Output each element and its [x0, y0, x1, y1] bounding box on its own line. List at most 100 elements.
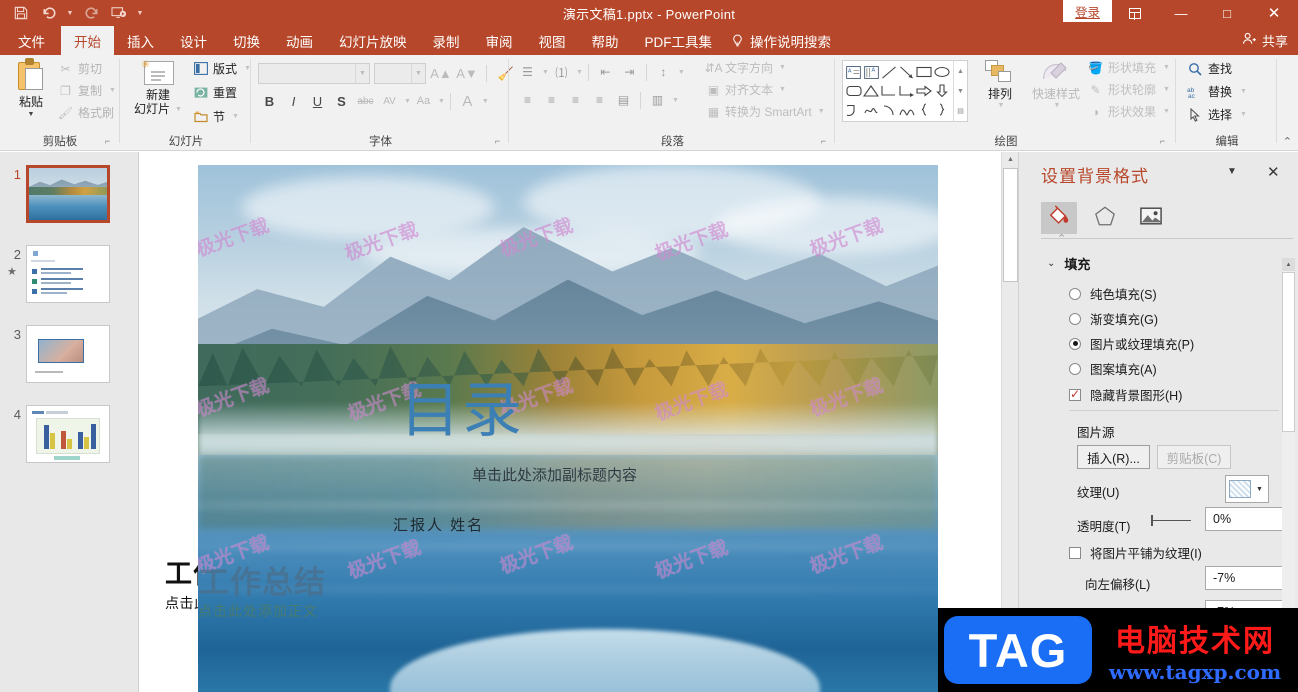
- layout-button[interactable]: 版式 ▼: [193, 60, 251, 77]
- fill-tab[interactable]: [1041, 202, 1077, 234]
- font-name-dropdown-icon[interactable]: ▼: [355, 64, 369, 83]
- texture-dropdown-icon[interactable]: ▼: [1251, 486, 1268, 493]
- radio-picture-texture-fill[interactable]: [1069, 337, 1081, 350]
- slide-body-placeholder[interactable]: 点击此处添加正文: [198, 601, 318, 621]
- shapes-gallery-scrollbar[interactable]: ▲ ▼ ▤: [953, 61, 967, 121]
- tab-record[interactable]: 录制: [420, 26, 473, 55]
- replace-button[interactable]: ab ac 替换 ▼: [1187, 83, 1247, 100]
- text-direction-dropdown-icon[interactable]: ▼: [779, 64, 786, 71]
- shape-outline-button[interactable]: ✎ 形状轮廓 ▼: [1088, 81, 1170, 98]
- shape-right-brace-icon[interactable]: [933, 100, 951, 119]
- collapse-ribbon-icon[interactable]: ⌃: [1283, 135, 1292, 148]
- shape-vertical-textbox-icon[interactable]: A: [863, 63, 881, 82]
- tab-help[interactable]: 帮助: [579, 26, 632, 55]
- font-color-button[interactable]: A: [456, 90, 479, 112]
- section-button[interactable]: 节 ▼: [193, 108, 251, 125]
- tell-me-search[interactable]: 操作说明搜索: [725, 26, 844, 55]
- line-spacing-dropdown-icon[interactable]: ▼: [678, 69, 685, 76]
- quick-styles-button[interactable]: 快速样式 ▼: [1028, 59, 1084, 109]
- thumbnail-preview-1[interactable]: [26, 165, 110, 223]
- ribbon-display-options-icon[interactable]: [1112, 0, 1158, 26]
- offset-left-spinner[interactable]: -7% ▲ ▼: [1205, 566, 1293, 590]
- thumbnail-pane-scrollbar[interactable]: [134, 152, 138, 692]
- underline-button[interactable]: U: [306, 90, 329, 112]
- font-color-dropdown-icon[interactable]: ▼: [482, 98, 489, 105]
- clipboard-dialog-launcher[interactable]: ⌐: [102, 136, 113, 147]
- font-name-combo[interactable]: ▼: [258, 63, 370, 84]
- align-text-dropdown-icon[interactable]: ▼: [779, 86, 786, 93]
- shapes-scroll-down-icon[interactable]: ▼: [954, 81, 967, 101]
- clipboard-picture-button[interactable]: 剪贴板(C): [1157, 445, 1231, 469]
- shape-arc-icon[interactable]: [880, 100, 898, 119]
- shape-down-arrow-icon[interactable]: [933, 82, 951, 101]
- reset-button[interactable]: 重置: [193, 84, 251, 101]
- shape-fill-dropdown-icon[interactable]: ▼: [1163, 64, 1170, 71]
- thumbnail-item-4[interactable]: 4: [0, 405, 139, 463]
- shape-outline-dropdown-icon[interactable]: ▼: [1163, 86, 1170, 93]
- slide-canvas[interactable]: 极光下载 极光下载 极光下载 极光下载 极光下载 极光下载 极光下载 极光下载 …: [198, 165, 938, 692]
- replace-dropdown-icon[interactable]: ▼: [1240, 88, 1247, 95]
- font-size-combo[interactable]: ▼: [374, 63, 426, 84]
- tab-review[interactable]: 审阅: [473, 26, 526, 55]
- tab-home[interactable]: 开始: [61, 26, 114, 55]
- shape-elbow-arrow-icon[interactable]: [898, 82, 916, 101]
- tab-insert[interactable]: 插入: [114, 26, 167, 55]
- tab-pdf-tools[interactable]: PDF工具集: [632, 26, 726, 55]
- thumbnail-preview-3[interactable]: [26, 325, 110, 383]
- fill-option-gradient[interactable]: 渐变填充(G): [1069, 309, 1158, 328]
- cut-button[interactable]: ✂ 剪切: [58, 60, 116, 77]
- radio-pattern-fill[interactable]: [1069, 362, 1081, 375]
- thumbnail-preview-4[interactable]: [26, 405, 110, 463]
- shape-pie-icon[interactable]: [845, 100, 863, 119]
- convert-to-smartart-button[interactable]: ▦ 转换为 SmartArt ▼: [706, 103, 825, 120]
- shape-freeform-icon[interactable]: [863, 100, 881, 119]
- panel-options-chevron-icon[interactable]: ▼: [1227, 166, 1237, 177]
- arrange-dropdown-icon[interactable]: ▼: [998, 102, 1005, 109]
- align-center-button[interactable]: ≡: [540, 89, 563, 111]
- minimize-icon[interactable]: —: [1158, 0, 1204, 26]
- tab-transitions[interactable]: 切换: [220, 26, 273, 55]
- tab-slideshow[interactable]: 幻灯片放映: [326, 26, 420, 55]
- fill-option-solid[interactable]: 纯色填充(S): [1069, 284, 1157, 303]
- select-dropdown-icon[interactable]: ▼: [1240, 111, 1247, 118]
- shape-elbow-connector-icon[interactable]: [880, 82, 898, 101]
- font-dialog-launcher[interactable]: ⌐: [492, 136, 503, 147]
- tab-animations[interactable]: 动画: [273, 26, 326, 55]
- smartart-dropdown-icon[interactable]: ▼: [818, 108, 825, 115]
- sign-in-button[interactable]: 登录: [1062, 0, 1112, 22]
- font-size-dropdown-icon[interactable]: ▼: [411, 64, 425, 83]
- columns-button[interactable]: ▥: [646, 89, 669, 111]
- drawing-dialog-launcher[interactable]: ⌐: [1157, 136, 1168, 147]
- shape-rounded-rect-icon[interactable]: [845, 82, 863, 101]
- slide-directory-text[interactable]: 目录: [400, 381, 524, 441]
- slide-presenter-placeholder[interactable]: 汇报人 姓名: [393, 514, 484, 535]
- slide-scroll-up-icon[interactable]: ▲: [1002, 152, 1019, 167]
- bold-button[interactable]: B: [258, 90, 281, 112]
- tab-design[interactable]: 设计: [167, 26, 220, 55]
- shape-line-icon[interactable]: [880, 63, 898, 82]
- insert-picture-button[interactable]: 插入(R)...: [1077, 445, 1150, 469]
- change-case-button[interactable]: Aa: [412, 90, 435, 112]
- text-direction-button[interactable]: ⇵A 文字方向 ▼: [704, 59, 825, 76]
- columns-dropdown-icon[interactable]: ▼: [672, 97, 679, 104]
- panel-scroll-thumb[interactable]: [1282, 272, 1295, 432]
- align-text-button[interactable]: ▣ 对齐文本 ▼: [706, 81, 825, 98]
- character-spacing-button[interactable]: AV: [378, 90, 401, 112]
- slide-thumbnail-pane[interactable]: 1 2 ★ 3 4: [0, 152, 139, 692]
- bullets-button[interactable]: ☰: [516, 61, 539, 83]
- justify-button[interactable]: ≡: [588, 89, 611, 111]
- radio-gradient-fill[interactable]: [1069, 312, 1081, 325]
- increase-font-size-icon[interactable]: A▲: [430, 63, 452, 84]
- shape-curve-icon[interactable]: [898, 100, 916, 119]
- new-slide-dropdown-icon[interactable]: ▼: [175, 106, 182, 113]
- arrange-button[interactable]: 排列 ▼: [976, 59, 1024, 109]
- shape-right-arrow-icon[interactable]: [916, 82, 934, 101]
- transparency-spinner[interactable]: 0% ▲ ▼: [1205, 507, 1293, 531]
- paste-button[interactable]: 粘贴 ▼: [8, 58, 54, 118]
- copy-button[interactable]: ❐ 复制 ▼: [58, 82, 116, 99]
- maximize-icon[interactable]: □: [1204, 0, 1250, 26]
- numbering-button[interactable]: ⑴: [550, 61, 573, 83]
- increase-indent-button[interactable]: ⇥: [618, 61, 641, 83]
- effects-tab[interactable]: [1087, 202, 1123, 234]
- thumbnail-item-3[interactable]: 3: [0, 325, 139, 383]
